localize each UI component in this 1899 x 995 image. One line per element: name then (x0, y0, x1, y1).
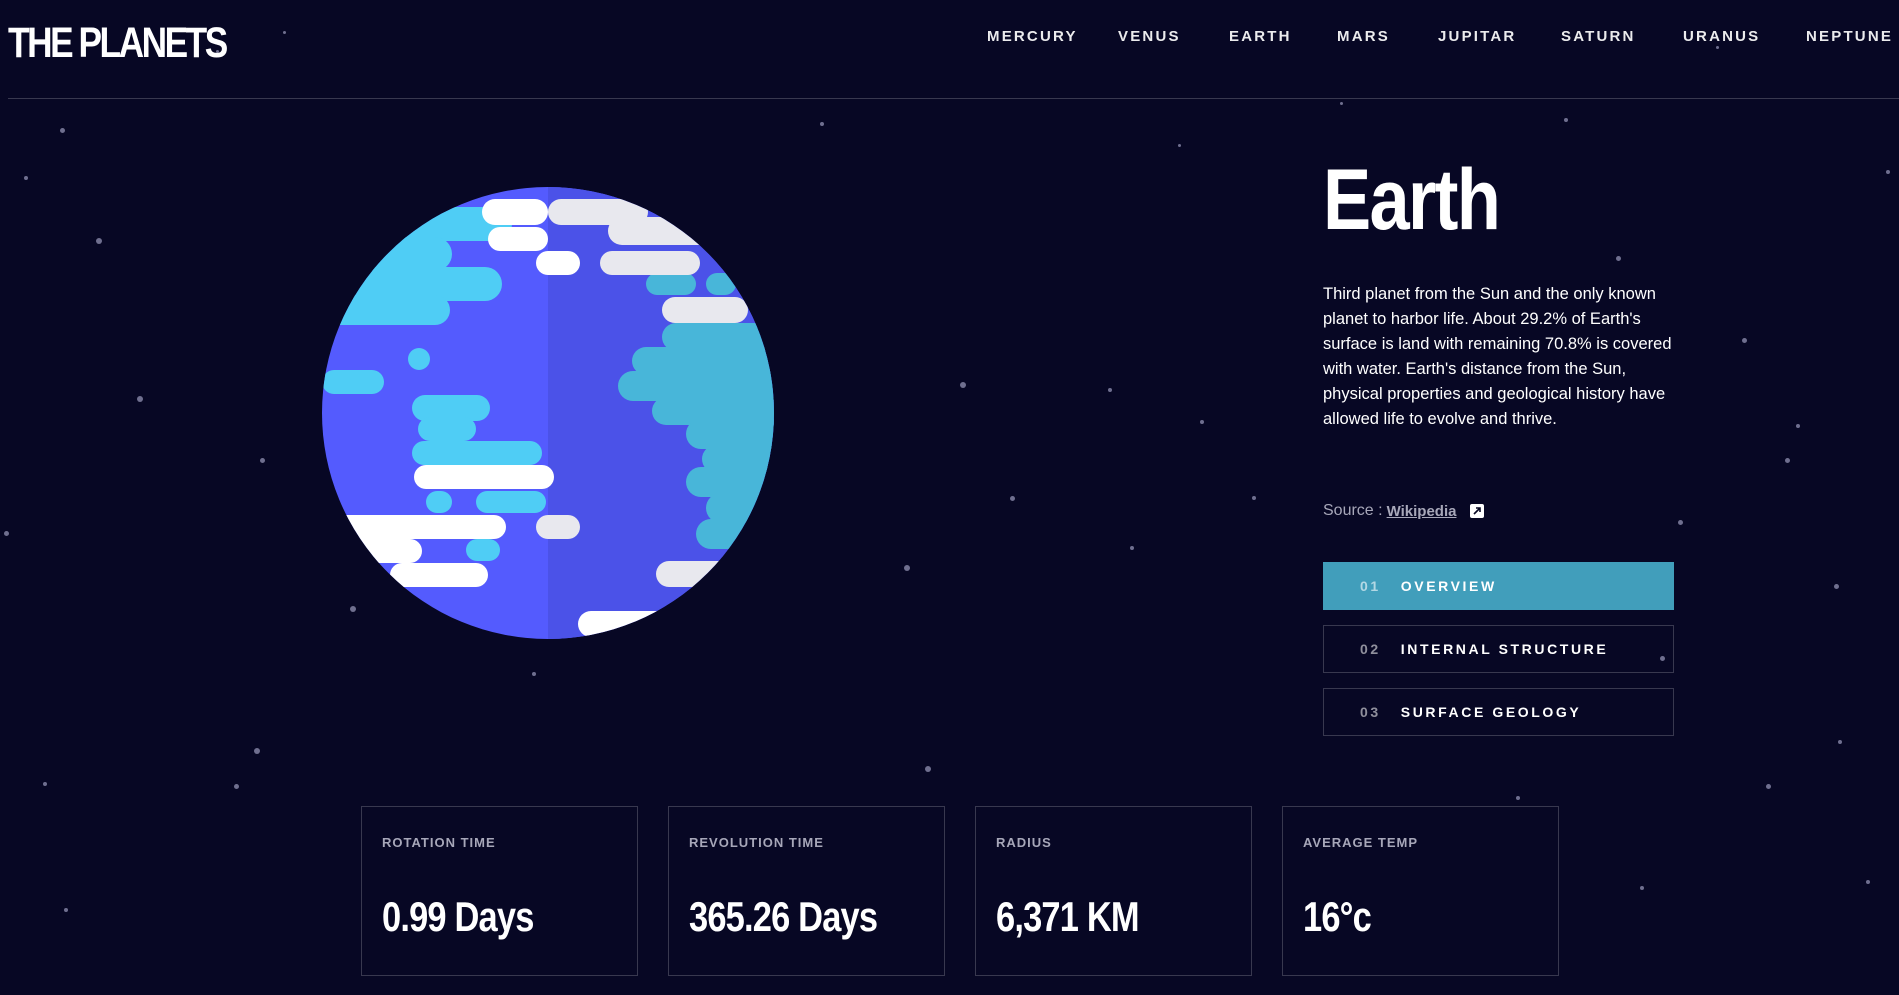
stat-label: RADIUS (996, 835, 1052, 850)
stat-label: AVERAGE TEMP (1303, 835, 1419, 850)
planet-description: Third planet from the Sun and the only k… (1323, 285, 1672, 428)
tab-label: OVERVIEW (1400, 578, 1497, 594)
wikipedia-link[interactable]: Wikipedia (1387, 503, 1457, 520)
tab-number: 01 (1360, 578, 1381, 594)
nav-item-jupitar[interactable]: JUPITAR (1438, 28, 1516, 45)
stat-card-revolution-time: REVOLUTION TIME 365.26 Days (668, 806, 945, 976)
planet-info: Earth Third planet from the Sun and the … (1323, 150, 1675, 520)
stat-value: 6,371 KM (996, 893, 1140, 940)
tab-internal-structure[interactable]: 02 INTERNAL STRUCTURE (1323, 625, 1674, 673)
tab-number: 02 (1360, 641, 1381, 657)
tab-number: 03 (1360, 704, 1381, 720)
source-prefix: Source : (1323, 502, 1383, 519)
tab-label: SURFACE GEOLOGY (1400, 704, 1582, 720)
nav-item-uranus[interactable]: URANUS (1683, 28, 1760, 45)
stat-label: REVOLUTION TIME (689, 835, 824, 850)
nav-item-saturn[interactable]: SATURN (1561, 28, 1636, 45)
header-divider (8, 98, 1899, 99)
planet-name: Earth (1323, 152, 1501, 248)
source-line: Source : Wikipedia (1323, 502, 1675, 520)
external-link-icon[interactable] (1470, 504, 1485, 518)
tab-label: INTERNAL STRUCTURE (1400, 641, 1609, 657)
nav-item-neptune[interactable]: NEPTUNE (1806, 28, 1893, 45)
tab-overview[interactable]: 01 OVERVIEW (1323, 562, 1674, 610)
stat-card-radius: RADIUS 6,371 KM (975, 806, 1252, 976)
stat-value: 365.26 Days (689, 893, 878, 940)
earth-planet-svg (322, 187, 774, 639)
earth-planet-illustration (322, 187, 774, 639)
nav-item-venus[interactable]: VENUS (1118, 28, 1181, 45)
nav-item-earth[interactable]: EARTH (1229, 28, 1292, 45)
tab-surface-geology[interactable]: 03 SURFACE GEOLOGY (1323, 688, 1674, 736)
stat-value: 0.99 Days (382, 893, 534, 940)
view-tabs: 01 OVERVIEW 02 INTERNAL STRUCTURE 03 SUR… (1323, 562, 1674, 751)
nav-item-mars[interactable]: MARS (1337, 28, 1390, 45)
stat-card-average-temp: AVERAGE TEMP 16°c (1282, 806, 1559, 976)
site-logo[interactable]: THE PLANETS (8, 18, 228, 68)
stat-value: 16°c (1303, 893, 1372, 940)
nav-item-mercury[interactable]: MERCURY (987, 28, 1078, 45)
planet-nav: MERCURY VENUS EARTH MARS JUPITAR SATURN … (960, 28, 1891, 52)
site-header: THE PLANETS MERCURY VENUS EARTH MARS JUP… (0, 0, 1899, 98)
stat-label: ROTATION TIME (382, 835, 496, 850)
stat-card-rotation-time: ROTATION TIME 0.99 Days (361, 806, 638, 976)
